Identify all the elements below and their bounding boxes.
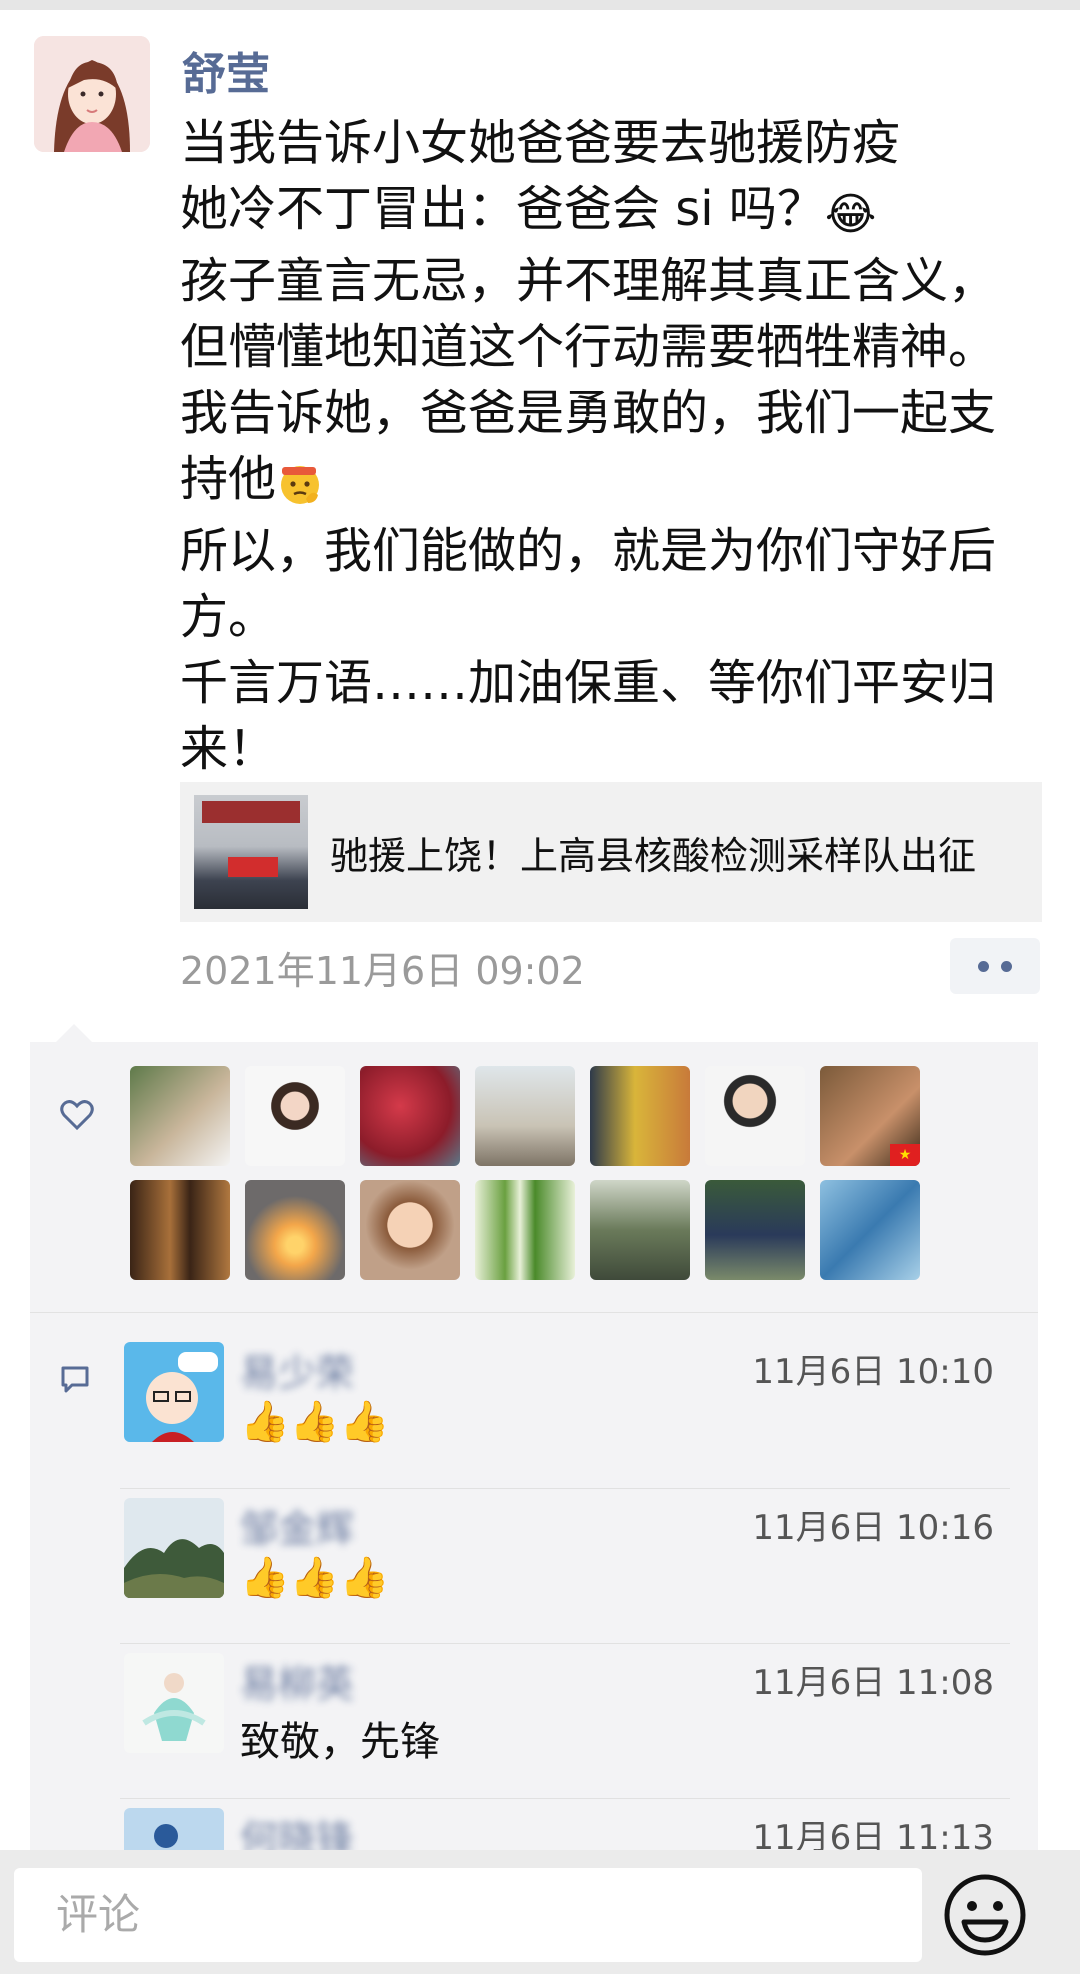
post-line-4: 但懵懂地知道这个行动需要牺牲精神。 bbox=[180, 319, 997, 375]
commenter-name[interactable]: 易柳英 bbox=[240, 1653, 354, 1708]
liker-avatar[interactable] bbox=[130, 1066, 230, 1166]
post-line-8: 方。 bbox=[180, 589, 277, 645]
heart-icon bbox=[60, 1100, 94, 1134]
liker-avatar[interactable] bbox=[245, 1180, 345, 1280]
post-line-3: 孩子童言无忌，并不理解其真正含义， bbox=[180, 253, 997, 309]
panel-pointer bbox=[56, 1024, 92, 1042]
liker-avatar[interactable] bbox=[475, 1066, 575, 1166]
more-actions-button[interactable] bbox=[950, 938, 1040, 994]
comment-time: 11月6日 11:13 bbox=[752, 1818, 994, 1850]
liker-avatar[interactable] bbox=[590, 1180, 690, 1280]
comment-item[interactable]: 邹金辉 11月6日 10:16 👍👍👍 bbox=[120, 1486, 1010, 1641]
comment-text: 👍👍👍 bbox=[240, 1399, 390, 1445]
link-thumbnail bbox=[194, 795, 308, 909]
post-content: 当我告诉小女她爸爸要去驰援防疫 她冷不丁冒出：爸爸会 si 吗？😂 孩子童言无忌… bbox=[180, 110, 1040, 782]
liker-avatar[interactable] bbox=[705, 1066, 805, 1166]
liker-avatar[interactable] bbox=[130, 1180, 230, 1280]
author-avatar[interactable] bbox=[34, 36, 150, 152]
top-status-strip bbox=[0, 0, 1080, 10]
post-line-10: 来！ bbox=[180, 721, 277, 777]
liker-avatar[interactable] bbox=[820, 1180, 920, 1280]
post-line-7: 所以，我们能做的，就是为你们守好后 bbox=[180, 523, 997, 579]
comment-input-bar: 评论 bbox=[0, 1850, 1080, 1974]
post-timestamp: 2021年11月6日 09:02 bbox=[180, 949, 585, 993]
commenter-avatar[interactable] bbox=[124, 1653, 224, 1753]
liker-avatar[interactable] bbox=[475, 1180, 575, 1280]
likers-grid: ★ bbox=[130, 1066, 930, 1280]
post-line-9: 千言万语……加油保重、等你们平安归 bbox=[180, 655, 997, 711]
comment-time: 11月6日 10:10 bbox=[752, 1352, 994, 1392]
commenter-avatar[interactable] bbox=[124, 1342, 224, 1442]
comment-text: 致敬，先锋 bbox=[240, 1719, 440, 1765]
comment-input[interactable]: 评论 bbox=[14, 1868, 922, 1962]
commenter-avatar[interactable] bbox=[124, 1498, 224, 1598]
comment-text: 👍👍👍 bbox=[240, 1555, 390, 1601]
shared-link-card[interactable]: 驰援上饶！上高县核酸检测采样队出征 bbox=[180, 782, 1042, 922]
laughing-emoji-icon: 😂 bbox=[824, 189, 877, 240]
commenter-name[interactable]: 邹金辉 bbox=[240, 1498, 354, 1553]
smiley-face-icon[interactable] bbox=[940, 1870, 1030, 1960]
post-line-6: 持他 bbox=[180, 451, 277, 507]
commenter-name[interactable]: 何晓锋 bbox=[240, 1808, 354, 1850]
liker-avatar[interactable] bbox=[360, 1066, 460, 1166]
comment-time: 11月6日 11:08 bbox=[752, 1663, 994, 1703]
commenter-avatar[interactable] bbox=[124, 1808, 224, 1850]
liker-avatar[interactable] bbox=[360, 1180, 460, 1280]
post-author-name[interactable]: 舒莹 bbox=[182, 38, 270, 102]
liker-avatar[interactable] bbox=[705, 1180, 805, 1280]
liker-avatar[interactable]: ★ bbox=[820, 1066, 920, 1166]
link-title: 驰援上饶！上高县核酸检测采样队出征 bbox=[330, 833, 977, 878]
comment-item[interactable]: 何晓锋 11月6日 11:13 bbox=[120, 1796, 1010, 1850]
post-line-5: 我告诉她，爸爸是勇敢的，我们一起支 bbox=[180, 385, 997, 441]
liker-avatar[interactable] bbox=[590, 1066, 690, 1166]
liker-avatar[interactable] bbox=[245, 1066, 345, 1166]
comment-bubble-icon bbox=[60, 1365, 90, 1399]
comment-item[interactable]: 易柳英 11月6日 11:08 致敬，先锋 bbox=[120, 1641, 1010, 1796]
comment-time: 11月6日 10:16 bbox=[752, 1508, 994, 1548]
saluting-face-emoji-icon bbox=[276, 452, 324, 518]
commenter-name[interactable]: 易少荣 bbox=[240, 1342, 354, 1397]
comment-item[interactable]: 易少荣 11月6日 10:10 👍👍👍 bbox=[120, 1330, 1010, 1485]
post-line-2: 她冷不丁冒出：爸爸会 si 吗？ bbox=[180, 181, 825, 237]
post-line-1: 当我告诉小女她爸爸要去驰援防疫 bbox=[180, 115, 901, 171]
